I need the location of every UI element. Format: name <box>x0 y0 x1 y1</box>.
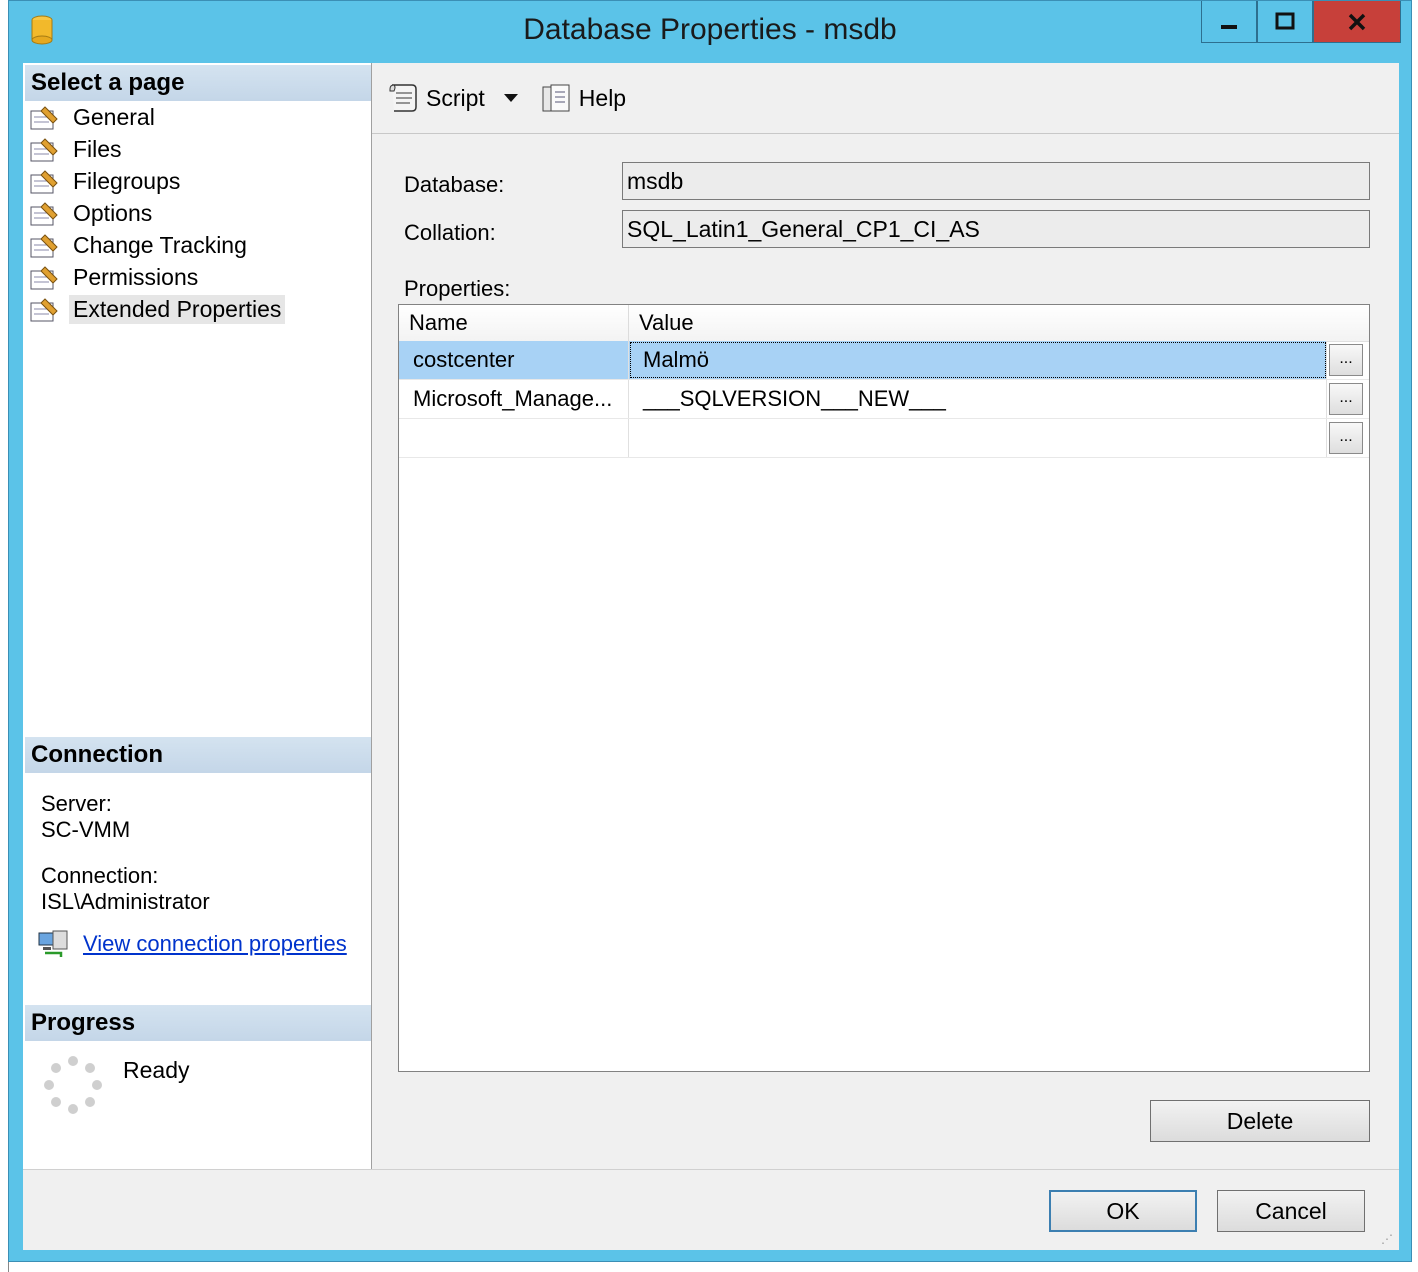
page-item-label: Extended Properties <box>69 294 286 324</box>
page-item-label: Options <box>73 199 153 226</box>
page-wrench-icon <box>30 138 58 162</box>
property-name-cell[interactable] <box>399 419 629 457</box>
script-label: Script <box>426 84 485 111</box>
page-item-general[interactable]: General <box>29 101 285 133</box>
connection-header: Connection <box>25 737 371 773</box>
progress-indicator: Ready <box>41 1053 189 1117</box>
column-header-value[interactable]: Value <box>629 305 1369 341</box>
properties-label: Properties: <box>404 276 511 301</box>
progress-header: Progress <box>25 1005 371 1041</box>
edit-value-ellipsis-button[interactable]: ... <box>1329 422 1363 454</box>
property-name-cell[interactable]: costcenter <box>399 341 629 379</box>
extended-properties-page: Database: msdb Collation: SQL_Latin1_Gen… <box>372 134 1399 1169</box>
resize-grip-icon[interactable]: ⋰ <box>1381 1232 1393 1246</box>
page-wrench-icon <box>30 298 58 322</box>
page-wrench-icon <box>30 234 58 258</box>
toolbar: Script Help <box>372 63 1399 134</box>
property-value-cell[interactable] <box>629 419 1327 457</box>
grid-header: Name Value <box>399 305 1369 342</box>
table-row[interactable]: Microsoft_Manage... ___SQLVERSION___NEW_… <box>399 380 1369 419</box>
page-item-label: General <box>73 103 155 130</box>
progress-status: Ready <box>123 1057 190 1083</box>
page-item-options[interactable]: Options <box>29 197 285 229</box>
close-icon <box>1348 13 1366 30</box>
collation-label: Collation: <box>404 220 496 245</box>
view-connection-link[interactable]: View connection properties <box>83 931 347 957</box>
database-field[interactable]: msdb <box>622 162 1370 200</box>
page-wrench-icon <box>30 170 58 194</box>
edit-value-ellipsis-button[interactable]: ... <box>1329 383 1363 415</box>
script-icon <box>389 84 417 112</box>
help-label: Help <box>578 84 627 111</box>
server-info: Server: SC-VMM <box>41 791 130 843</box>
property-value-cell[interactable]: ___SQLVERSION___NEW___ <box>629 380 1327 418</box>
edit-value-ellipsis-button[interactable]: ... <box>1329 344 1363 376</box>
page-item-label: Filegroups <box>73 167 181 194</box>
page-item-filegroups[interactable]: Filegroups <box>29 165 285 197</box>
server-value: SC-VMM <box>41 817 131 842</box>
delete-button[interactable]: Delete <box>1150 1100 1370 1142</box>
page-item-label: Change Tracking <box>73 231 247 258</box>
dialog-footer: OK Cancel ⋰ <box>23 1169 1399 1250</box>
properties-grid: Name Value costcenter Malmö ... Microsof… <box>398 304 1370 1072</box>
left-pane: Select a page General Files Filegroups O… <box>23 63 372 1169</box>
select-page-header: Select a page <box>25 65 371 101</box>
table-row[interactable]: ... <box>399 419 1369 458</box>
connection-value: ISL\Administrator <box>41 889 210 914</box>
view-connection-properties[interactable]: View connection properties <box>37 929 347 959</box>
close-button[interactable] <box>1313 1 1401 43</box>
help-button[interactable]: Help <box>539 81 626 115</box>
page-item-extended-properties[interactable]: Extended Properties <box>29 293 286 325</box>
column-header-name[interactable]: Name <box>399 305 629 341</box>
help-icon <box>542 84 570 112</box>
page-item-change-tracking[interactable]: Change Tracking <box>29 229 285 261</box>
page-item-label: Files <box>73 135 122 162</box>
table-row[interactable]: costcenter Malmö ... <box>399 341 1369 380</box>
connection-info: Connection: ISL\Administrator <box>41 863 210 915</box>
database-label: Database: <box>404 172 505 197</box>
minimize-icon <box>1221 24 1237 29</box>
connection-label: Connection: <box>41 863 159 888</box>
page-item-files[interactable]: Files <box>29 133 285 165</box>
title-bar[interactable]: Database Properties - msdb <box>9 1 1411 63</box>
dialog-client-area: Select a page General Files Filegroups O… <box>23 63 1399 1250</box>
progress-spinner-icon <box>44 1056 102 1114</box>
collation-field[interactable]: SQL_Latin1_General_CP1_CI_AS <box>622 210 1370 248</box>
server-label: Server: <box>41 791 112 816</box>
page-list: General Files Filegroups Options Change … <box>29 101 286 325</box>
page-wrench-icon <box>30 106 58 130</box>
database-properties-dialog: Database Properties - msdb Select a page… <box>8 0 1412 1262</box>
cancel-button[interactable]: Cancel <box>1217 1190 1365 1232</box>
script-button[interactable]: Script <box>386 81 485 115</box>
maximize-icon <box>1275 12 1295 29</box>
page-wrench-icon <box>30 202 58 226</box>
minimize-button[interactable] <box>1201 1 1257 43</box>
property-value-cell[interactable]: Malmö <box>629 341 1327 379</box>
property-name-cell[interactable]: Microsoft_Manage... <box>399 380 629 418</box>
script-dropdown-arrow-icon[interactable] <box>503 93 519 103</box>
connection-properties-icon <box>38 930 68 957</box>
page-item-label: Permissions <box>73 263 199 290</box>
page-wrench-icon <box>30 266 58 290</box>
page-item-permissions[interactable]: Permissions <box>29 261 285 293</box>
ok-button[interactable]: OK <box>1049 1190 1197 1232</box>
maximize-button[interactable] <box>1257 1 1313 43</box>
